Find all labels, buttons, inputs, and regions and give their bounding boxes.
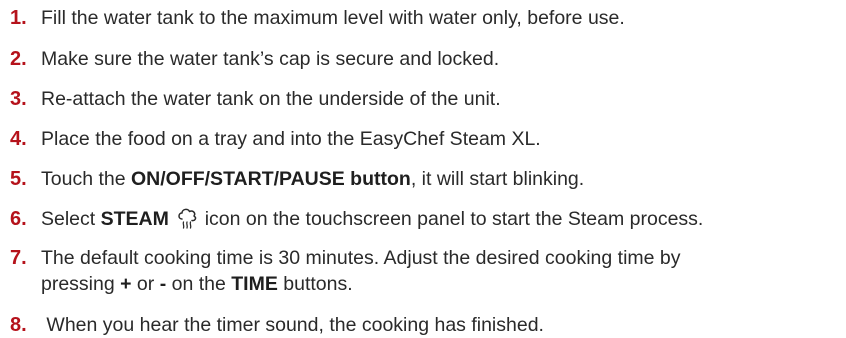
step-text: Touch the ON/OFF/START/PAUSE button, it … [41, 166, 840, 192]
step-number: 3. [10, 88, 27, 110]
list-item: 3. Re-attach the water tank on the under… [10, 86, 840, 112]
step-number: 4. [10, 128, 27, 150]
step-text-pre: pressing [41, 273, 121, 295]
step-number: 5. [10, 168, 27, 190]
step-text: Fill the water tank to the maximum level… [41, 7, 625, 29]
or-text: or [131, 273, 160, 295]
list-item: 5. Touch the ON/OFF/START/PAUSE button, … [10, 166, 840, 192]
list-item: 7. The default cooking time is 30 minute… [10, 245, 840, 297]
list-item: 8. When you hear the timer sound, the co… [10, 312, 840, 338]
list-item: 6. Select STEAM icon on the touchscreen … [10, 206, 840, 232]
step-number: 2. [10, 48, 27, 70]
step-text: Make sure the water tank’s cap is secure… [41, 48, 500, 70]
step-text: Select STEAM icon on the touchscreen pan… [41, 206, 840, 232]
step-text-post: icon on the touchscreen panel to start t… [199, 208, 704, 230]
step-number: 6. [10, 208, 27, 230]
step-text: Re-attach the water tank on the undersid… [41, 88, 501, 110]
steam-icon [178, 208, 197, 229]
step-number: 8. [10, 314, 27, 336]
instruction-list: 1. Fill the water tank to the maximum le… [10, 5, 840, 338]
list-item: 4. Place the food on a tray and into the… [10, 126, 840, 152]
step-text: The default cooking time is 30 minutes. … [41, 245, 840, 297]
step-number: 7. [10, 247, 27, 269]
step-text-line2: pressing + or - on the TIME buttons. [41, 271, 840, 297]
step-text-pre: Touch the [41, 168, 131, 190]
list-item: 2. Make sure the water tank’s cap is sec… [10, 46, 840, 72]
steam-label: STEAM [100, 208, 169, 230]
step-text: Place the food on a tray and into the Ea… [41, 128, 541, 150]
list-item: 1. Fill the water tank to the maximum le… [10, 5, 840, 31]
on-off-start-pause-button-label: ON/OFF/START/PAUSE button [130, 168, 411, 190]
step-text-pre: Select [41, 208, 101, 230]
on-the-text: on the [166, 273, 232, 295]
step-text-line1: The default cooking time is 30 minutes. … [41, 247, 681, 269]
step-text: When you hear the timer sound, the cooki… [41, 314, 544, 336]
step-text-post: buttons. [277, 273, 353, 295]
plus-label: + [120, 273, 132, 295]
step-number: 1. [10, 7, 27, 29]
time-label: TIME [231, 273, 278, 295]
step-text-post: , it will start blinking. [410, 168, 585, 190]
